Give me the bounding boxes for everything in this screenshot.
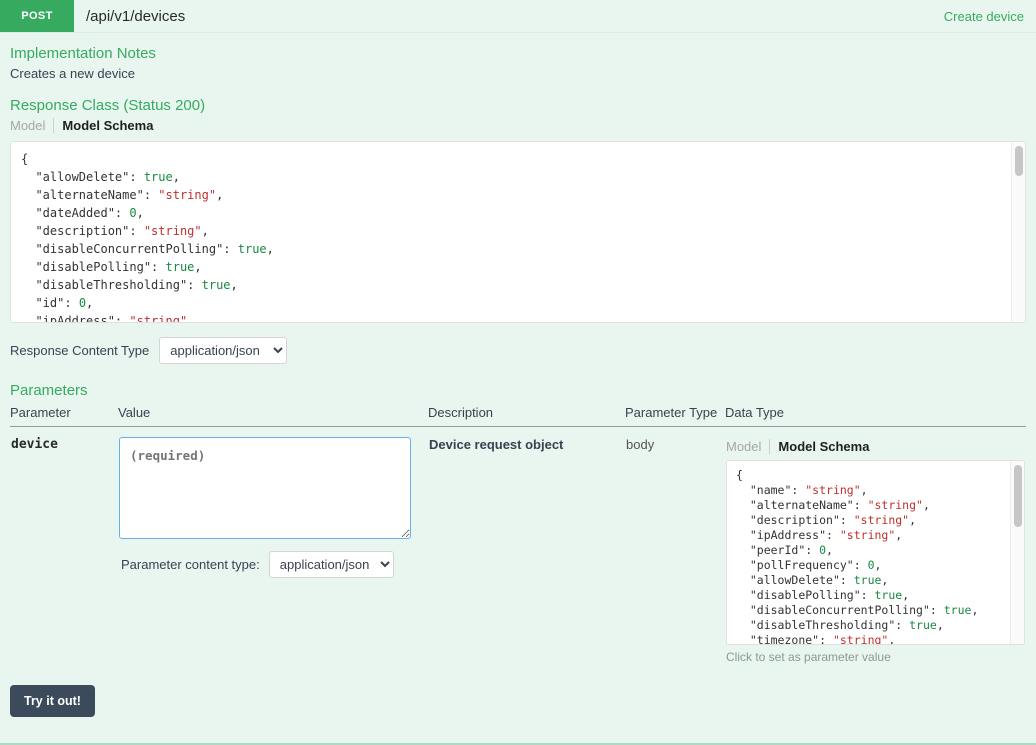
parameters-table: Parameter Value Description Parameter Ty… — [10, 405, 1026, 665]
parameter-name: device — [11, 437, 58, 452]
response-class-heading: Response Class (Status 200) — [10, 97, 206, 114]
response-model-tabs[interactable]: Model Model Schema — [10, 118, 1026, 133]
operation-header[interactable]: POST /api/v1/devices Create device — [0, 0, 1036, 33]
column-value: Value — [118, 405, 428, 427]
tab-parameter-model-schema[interactable]: Model Schema — [769, 439, 869, 454]
response-schema-code: { "allowDelete": true, "alternateName": … — [21, 152, 274, 323]
parameter-schema-scrollbar[interactable] — [1010, 461, 1024, 644]
submit-wrapper: Try it out! — [10, 685, 95, 717]
response-schema-scrollbar-thumb[interactable] — [1015, 146, 1023, 176]
implementation-notes-heading: Implementation Notes — [10, 45, 156, 62]
operation-body: Implementation Notes Creates a new devic… — [0, 33, 1036, 665]
tab-response-model[interactable]: Model — [10, 118, 53, 133]
response-content-type-select[interactable]: application/json — [159, 337, 288, 364]
response-content-type-label: Response Content Type — [10, 343, 150, 358]
response-schema-box: { "allowDelete": true, "alternateName": … — [10, 141, 1026, 323]
try-it-out-button[interactable]: Try it out! — [10, 685, 95, 717]
parameters-header-row: Parameter Value Description Parameter Ty… — [10, 405, 1026, 427]
parameter-model-tabs[interactable]: Model Model Schema — [726, 439, 1025, 454]
http-method-badge: POST — [0, 0, 74, 32]
parameter-data-type-cell: Model Model Schema { "name": "string", "… — [725, 427, 1026, 666]
parameter-schema-scrollbar-thumb[interactable] — [1014, 465, 1022, 527]
response-content-type-row: Response Content Type application/json — [10, 337, 1026, 364]
implementation-notes-text: Creates a new device — [10, 66, 136, 81]
parameter-value-input[interactable] — [119, 437, 411, 539]
parameter-type: body — [626, 437, 655, 452]
parameters-table-body: device Parameter content type: applicati… — [10, 427, 1026, 666]
table-row: device Parameter content type: applicati… — [10, 427, 1026, 666]
parameter-content-type-label: Parameter content type: — [121, 557, 260, 572]
tab-response-model-schema[interactable]: Model Schema — [53, 118, 153, 133]
parameter-schema-code[interactable]: { "name": "string", "alternateName": "st… — [727, 461, 1024, 644]
response-schema-scrollbar[interactable] — [1011, 142, 1025, 322]
parameter-content-type-row: Parameter content type: application/json — [119, 551, 427, 578]
tab-parameter-model[interactable]: Model — [726, 439, 769, 454]
endpoint-path[interactable]: /api/v1/devices — [74, 0, 944, 32]
parameters-table-head: Parameter Value Description Parameter Ty… — [10, 405, 1026, 427]
column-parameter-type: Parameter Type — [625, 405, 725, 427]
parameter-value-cell: Parameter content type: application/json — [118, 427, 428, 666]
parameter-schema-hint: Click to set as parameter value — [726, 650, 891, 664]
column-parameter: Parameter — [10, 405, 118, 427]
parameter-schema-box[interactable]: { "name": "string", "alternateName": "st… — [726, 460, 1025, 645]
parameter-content-type-select[interactable]: application/json — [268, 551, 394, 578]
column-description: Description — [428, 405, 625, 427]
column-data-type: Data Type — [725, 405, 1026, 427]
parameter-description: Device request object — [429, 437, 564, 452]
operation-summary-link[interactable]: Create device — [944, 0, 1036, 32]
api-operation-panel: POST /api/v1/devices Create device Imple… — [0, 0, 1036, 745]
parameters-heading: Parameters — [10, 382, 88, 399]
